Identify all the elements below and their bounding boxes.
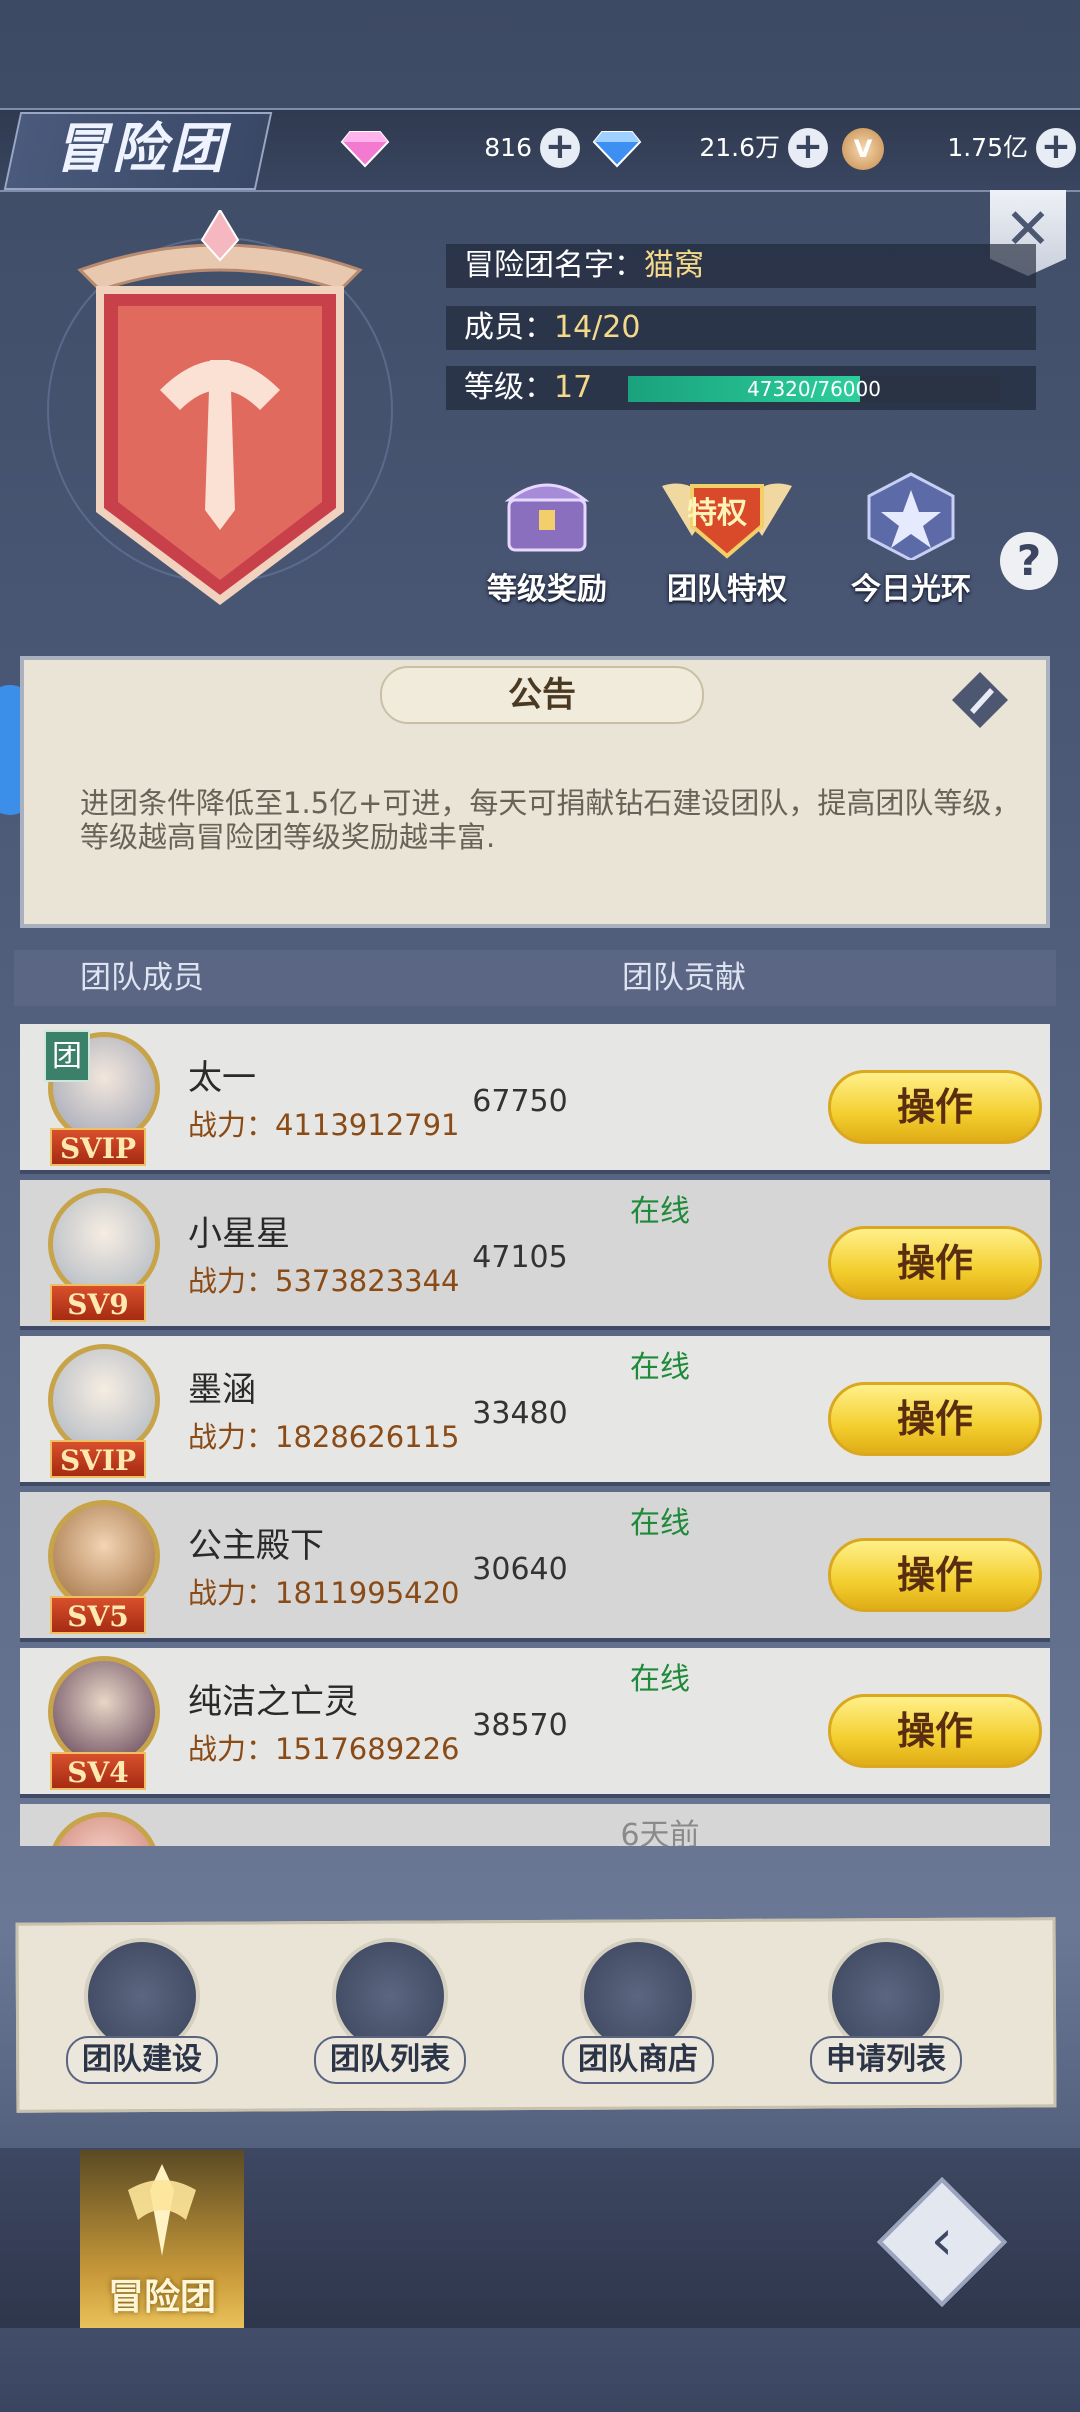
avatar [48,1812,160,1846]
team-list-button[interactable]: 团队列表 [290,1938,490,2084]
treasure-chest-icon [504,483,590,552]
member-action-button[interactable]: 操作 [828,1538,1042,1612]
member-row[interactable]: SV5 公主殿下 战力：1811995420 30640 在线 操作 [20,1492,1050,1642]
guild-emblem-icon [47,210,393,605]
privilege-badge-text: 特权 [687,496,747,531]
back-arrow-icon: ‹ [930,2208,954,2273]
gold-coin-icon: V [842,128,884,170]
last-online-status: 6天前 [620,1818,700,1846]
member-contribution: 47105 [472,1240,568,1275]
vip-badge: SVIP [50,1128,146,1166]
edit-notice-button[interactable] [950,670,1010,730]
member-name: 纯洁之亡灵 [188,1682,358,1722]
application-list-button[interactable]: 申请列表 [786,1938,986,2084]
team-list-label: 团队列表 [314,2036,466,2084]
guild-level-label: 等级： [464,370,554,405]
member-name: 公主殿下 [188,1526,324,1566]
member-action-button[interactable]: 操作 [828,1070,1042,1144]
application-list-label: 申请列表 [810,2036,962,2084]
online-status: 在线 [630,1194,690,1229]
member-action-button[interactable]: 操作 [828,1694,1042,1768]
star-halo-icon [867,472,955,562]
guild-name-label: 冒险团名字： [464,248,644,283]
member-list[interactable]: 团 SVIP 太一 战力：4113912791 67750 操作 SV9 小星星… [14,1024,1056,1846]
member-row[interactable]: 6天前 [20,1804,1050,1846]
member-row[interactable]: SVIP 墨涵 战力：1828626115 33480 在线 操作 [20,1336,1050,1486]
vip-badge: SVIP [50,1440,146,1478]
currency-amount-blue: 21.6万 [699,133,780,162]
member-action-button[interactable]: 操作 [828,1382,1042,1456]
team-shop-button[interactable]: 团队商店 [538,1938,738,2084]
guild-members-row: 成员：14/20 [446,306,1036,350]
col-members-header: 团队成员 [80,960,204,996]
member-row[interactable]: 团 SVIP 太一 战力：4113912791 67750 操作 [20,1024,1050,1174]
notice-title: 公告 [380,666,704,724]
team-privilege-label: 团队特权 [667,572,787,607]
member-row[interactable]: SV4 纯洁之亡灵 战力：1517689226 38570 在线 操作 [20,1648,1050,1798]
member-power: 战力：1828626115 [188,1420,460,1454]
online-status: 在线 [630,1506,690,1541]
member-contribution: 38570 [472,1708,568,1743]
level-reward-button[interactable]: 等级奖励 [462,470,632,607]
online-status: 在线 [630,1662,690,1697]
col-contribution-header: 团队贡献 [622,960,746,996]
member-contribution: 67750 [472,1084,568,1119]
online-status: 在线 [630,1350,690,1385]
nav-active-label: 冒险团 [107,2276,216,2318]
member-action-button[interactable]: 操作 [828,1226,1042,1300]
team-build-button[interactable]: 团队建设 [42,1938,242,2084]
guild-members-label: 成员： [464,310,554,345]
currency-amount-gold: 1.75亿 [947,133,1028,162]
team-build-label: 团队建设 [66,2036,218,2084]
member-name: 小星星 [188,1214,290,1254]
guild-name-value: 猫窝 [644,248,704,283]
xp-text: 47320/76000 [747,377,881,401]
add-blue-diamond-button[interactable]: + [788,128,828,168]
daily-halo-label: 今日光环 [851,572,971,607]
team-shop-label: 团队商店 [562,2036,714,2084]
member-power: 战力：1811995420 [188,1576,460,1610]
team-privilege-button[interactable]: 特权 团队特权 [642,466,812,607]
member-power: 战力：5373823344 [188,1264,460,1298]
guild-name-row: 冒险团名字：猫窝 [446,244,1036,288]
pink-diamond-icon [340,131,390,168]
member-contribution: 30640 [472,1552,568,1587]
adventure-team-nav-icon [128,2164,196,2256]
blue-diamond-icon [592,131,642,168]
daily-halo-button[interactable]: 今日光环 [826,472,996,607]
vip-badge: SV4 [50,1752,146,1790]
member-power: 战力：4113912791 [188,1108,460,1142]
guild-level-value: 17 [554,370,593,405]
leader-tag: 团 [44,1030,90,1082]
add-pink-diamond-button[interactable]: + [540,128,580,168]
add-gold-button[interactable]: + [1036,128,1076,168]
member-row[interactable]: SV9 小星星 战力：5373823344 47105 在线 操作 [20,1180,1050,1330]
guild-members-value: 14/20 [554,310,641,345]
notice-text: 进团条件降低至1.5亿+可进，每天可捐献钻石建设团队，提高团队等级，等级越高冒险… [80,786,1021,854]
member-contribution: 33480 [472,1396,568,1431]
member-name: 墨涵 [188,1370,256,1410]
member-name: 太一 [188,1058,256,1098]
currency-amount-pink: 816 [484,133,532,162]
member-power: 战力：1517689226 [188,1732,460,1766]
page-title: 冒险团 [54,117,228,180]
level-reward-label: 等级奖励 [487,572,607,607]
vip-badge: SV5 [50,1596,146,1634]
vip-badge: SV9 [50,1284,146,1322]
help-button[interactable]: ? [1000,532,1058,590]
